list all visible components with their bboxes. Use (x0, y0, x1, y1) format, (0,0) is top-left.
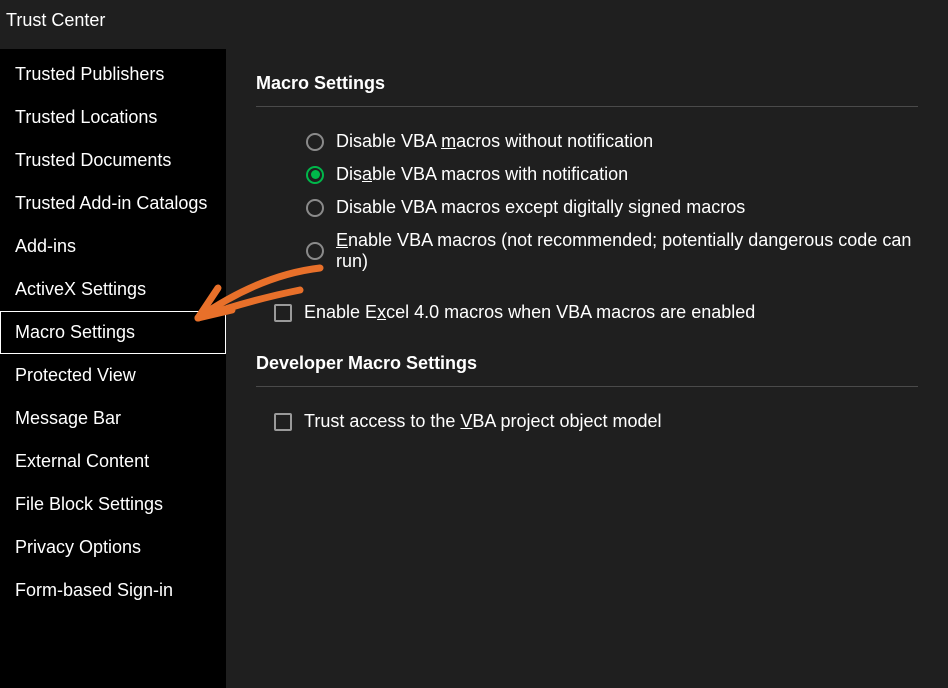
checkbox-icon (274, 413, 292, 431)
sidebar-item-macro-settings[interactable]: Macro Settings (0, 311, 226, 354)
window-title: Trust Center (0, 0, 948, 49)
radio-icon (306, 199, 324, 217)
macro-radio-label: Disable VBA macros with notification (336, 164, 628, 185)
macro-radio-label: Disable VBA macros without notification (336, 131, 653, 152)
sidebar-item-external-content[interactable]: External Content (0, 440, 226, 483)
sidebar-item-file-block-settings[interactable]: File Block Settings (0, 483, 226, 526)
checkbox-icon (274, 304, 292, 322)
sidebar-item-message-bar[interactable]: Message Bar (0, 397, 226, 440)
macro-radio-0[interactable]: Disable VBA macros without notification (256, 125, 918, 158)
macro-radio-3[interactable]: Enable VBA macros (not recommended; pote… (256, 224, 918, 278)
trust-vba-project-label: Trust access to the VBA project object m… (304, 411, 662, 432)
sidebar-item-trusted-locations[interactable]: Trusted Locations (0, 96, 226, 139)
macro-radio-label: Disable VBA macros except digitally sign… (336, 197, 745, 218)
radio-icon (306, 242, 324, 260)
sidebar-item-activex-settings[interactable]: ActiveX Settings (0, 268, 226, 311)
enable-excel4-macros-label: Enable Excel 4.0 macros when VBA macros … (304, 302, 755, 323)
trust-vba-project-checkbox-row[interactable]: Trust access to the VBA project object m… (256, 405, 918, 438)
macro-radio-label: Enable VBA macros (not recommended; pote… (336, 230, 918, 272)
sidebar: Trusted PublishersTrusted LocationsTrust… (0, 49, 226, 688)
sidebar-item-trusted-publishers[interactable]: Trusted Publishers (0, 53, 226, 96)
main-panel: Macro Settings Disable VBA macros withou… (226, 49, 948, 688)
macro-radio-1[interactable]: Disable VBA macros with notification (256, 158, 918, 191)
enable-excel4-macros-checkbox-row[interactable]: Enable Excel 4.0 macros when VBA macros … (256, 296, 918, 329)
macro-radio-2[interactable]: Disable VBA macros except digitally sign… (256, 191, 918, 224)
macro-settings-heading: Macro Settings (256, 59, 918, 102)
radio-icon (306, 133, 324, 151)
sidebar-item-trusted-add-in-catalogs[interactable]: Trusted Add-in Catalogs (0, 182, 226, 225)
divider (256, 106, 918, 107)
sidebar-item-protected-view[interactable]: Protected View (0, 354, 226, 397)
developer-macro-settings-heading: Developer Macro Settings (256, 339, 918, 382)
divider (256, 386, 918, 387)
sidebar-item-privacy-options[interactable]: Privacy Options (0, 526, 226, 569)
radio-icon (306, 166, 324, 184)
sidebar-item-form-based-sign-in[interactable]: Form-based Sign-in (0, 569, 226, 612)
sidebar-item-add-ins[interactable]: Add-ins (0, 225, 226, 268)
sidebar-item-trusted-documents[interactable]: Trusted Documents (0, 139, 226, 182)
